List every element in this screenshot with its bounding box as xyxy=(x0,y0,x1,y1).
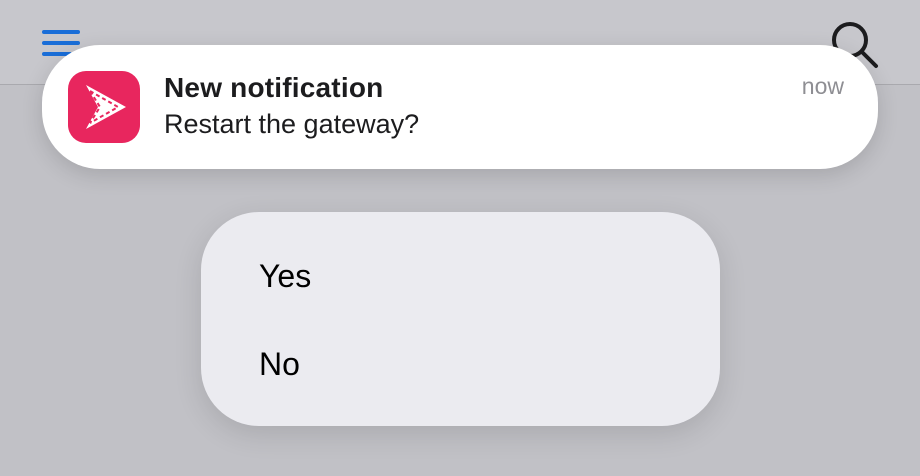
play-arrow-icon xyxy=(68,71,140,143)
notification-body: Restart the gateway? xyxy=(164,109,420,139)
yes-option-label: Yes xyxy=(259,258,312,294)
notification-time: now xyxy=(801,73,844,99)
no-option[interactable]: No xyxy=(201,330,720,400)
no-option-label: No xyxy=(259,346,300,382)
yes-option[interactable]: Yes xyxy=(201,242,720,312)
notification-banner[interactable]: New notification Restart the gateway? no… xyxy=(42,45,878,169)
notification-title: New notification xyxy=(164,72,384,103)
action-menu: Yes No xyxy=(201,212,720,426)
